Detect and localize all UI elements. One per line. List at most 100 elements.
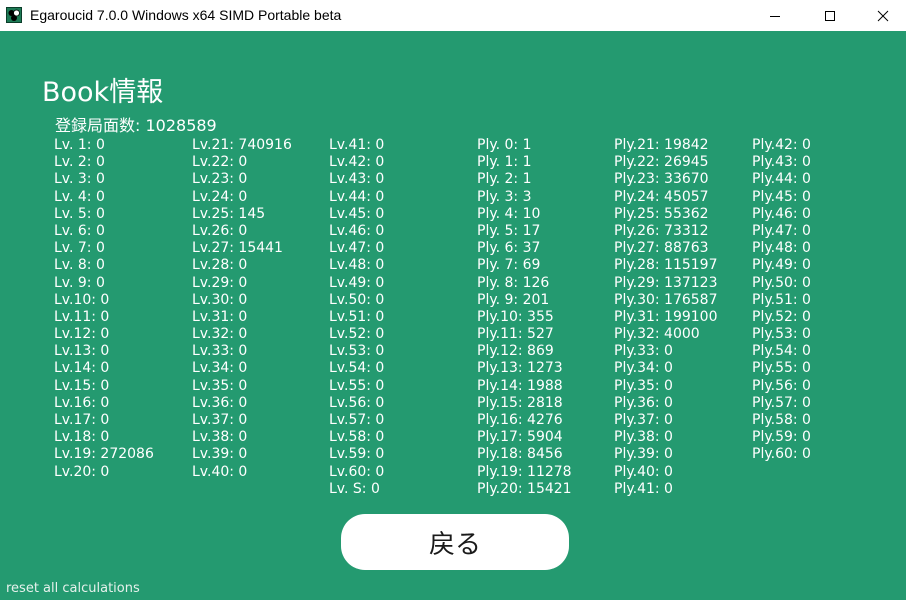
level-count: Lv.60: 0 bbox=[329, 463, 385, 480]
level-count: Lv.24: 0 bbox=[192, 188, 248, 205]
ply-count: Ply.39: 0 bbox=[614, 446, 673, 463]
ply-count: Ply.46: 0 bbox=[752, 205, 811, 222]
ply-count: Ply.19: 11278 bbox=[477, 463, 572, 480]
level-count: Lv.45: 0 bbox=[329, 205, 385, 222]
level-count: Lv.28: 0 bbox=[192, 257, 248, 274]
level-count: Lv.25: 145 bbox=[192, 205, 266, 222]
level-count: Lv.32: 0 bbox=[192, 326, 248, 343]
window-title: Egaroucid 7.0.0 Windows x64 SIMD Portabl… bbox=[30, 7, 342, 23]
maximize-icon bbox=[825, 10, 835, 21]
ply-count: Ply.58: 0 bbox=[752, 412, 811, 428]
maximize-button[interactable] bbox=[807, 0, 853, 31]
level-count: Lv. 2: 0 bbox=[54, 154, 105, 171]
level-count: Lv.42: 0 bbox=[329, 154, 385, 171]
level-count: Lv.23: 0 bbox=[192, 171, 248, 188]
level-count: Lv.29: 0 bbox=[192, 274, 248, 291]
ply-count: Ply. 9: 201 bbox=[477, 291, 550, 308]
ply-count: Ply.55: 0 bbox=[752, 360, 811, 377]
level-count: Lv.35: 0 bbox=[192, 377, 248, 394]
level-count: Lv.27: 15441 bbox=[192, 240, 283, 257]
registered-positions-count: 登録局面数: 1028589 bbox=[55, 116, 217, 135]
level-count: Lv. 5: 0 bbox=[54, 205, 105, 222]
level-count: Lv.13: 0 bbox=[54, 343, 110, 360]
level-column-1: Lv. 1: 0 Lv. 2: 0 Lv. 3: 0 Lv. 4: 0 Lv. … bbox=[54, 137, 154, 481]
back-button[interactable]: 戻る bbox=[341, 514, 569, 570]
ply-count: Ply.21: 19842 bbox=[614, 137, 709, 153]
ply-count: Ply.33: 0 bbox=[614, 343, 673, 360]
ply-count: Ply.13: 1273 bbox=[477, 360, 563, 377]
level-count: Lv.31: 0 bbox=[192, 308, 248, 325]
level-count: Lv.47: 0 bbox=[329, 240, 385, 257]
minimize-button[interactable] bbox=[752, 0, 798, 31]
level-column-2: Lv.21: 740916 Lv.22: 0 Lv.23: 0 Lv.24: 0… bbox=[192, 137, 292, 481]
ply-count: Ply.45: 0 bbox=[752, 188, 811, 205]
close-icon bbox=[877, 10, 889, 21]
ply-count: Ply. 6: 37 bbox=[477, 240, 541, 257]
ply-count: Ply.11: 527 bbox=[477, 326, 554, 343]
ply-count: Ply.48: 0 bbox=[752, 240, 811, 257]
level-count: Lv.56: 0 bbox=[329, 394, 385, 411]
level-count: Lv.58: 0 bbox=[329, 429, 385, 446]
ply-count: Ply.15: 2818 bbox=[477, 394, 563, 411]
level-count: Lv.59: 0 bbox=[329, 446, 385, 463]
ply-count: Ply.16: 4276 bbox=[477, 412, 563, 428]
ply-count: Ply.34: 0 bbox=[614, 360, 673, 377]
level-count: Lv. 3: 0 bbox=[54, 171, 105, 188]
ply-count: Ply.54: 0 bbox=[752, 343, 811, 360]
level-count: Lv.26: 0 bbox=[192, 222, 248, 239]
level-count: Lv.14: 0 bbox=[54, 360, 110, 377]
level-count: Lv. 7: 0 bbox=[54, 240, 105, 257]
ply-count: Ply.56: 0 bbox=[752, 377, 811, 394]
book-info-screen: Book情報 登録局面数: 1028589 Lv. 1: 0 Lv. 2: 0 … bbox=[0, 31, 906, 600]
ply-count: Ply.22: 26945 bbox=[614, 154, 709, 171]
level-count: Lv.12: 0 bbox=[54, 326, 110, 343]
level-count: Lv.30: 0 bbox=[192, 291, 248, 308]
ply-count: Ply.12: 869 bbox=[477, 343, 554, 360]
ply-column-1: Ply. 0: 1 Ply. 1: 1 Ply. 2: 1 Ply. 3: 3 … bbox=[477, 137, 572, 498]
level-count: Lv.40: 0 bbox=[192, 463, 248, 480]
level-count: Lv.54: 0 bbox=[329, 360, 385, 377]
level-count: Lv.20: 0 bbox=[54, 463, 110, 480]
level-count: Lv.55: 0 bbox=[329, 377, 385, 394]
level-count: Lv.44: 0 bbox=[329, 188, 385, 205]
ply-count: Ply.10: 355 bbox=[477, 308, 554, 325]
ply-count: Ply.26: 73312 bbox=[614, 222, 709, 239]
ply-count: Ply.17: 5904 bbox=[477, 429, 563, 446]
ply-column-3: Ply.42: 0 Ply.43: 0 Ply.44: 0 Ply.45: 0 … bbox=[752, 137, 811, 464]
ply-count: Ply.25: 55362 bbox=[614, 205, 709, 222]
level-column-3: Lv.41: 0 Lv.42: 0 Lv.43: 0 Lv.44: 0 Lv.4… bbox=[329, 137, 384, 498]
ply-count: Ply.14: 1988 bbox=[477, 377, 563, 394]
ply-count: Ply.20: 15421 bbox=[477, 480, 572, 497]
ply-count: Ply.53: 0 bbox=[752, 326, 811, 343]
ply-count: Ply.40: 0 bbox=[614, 463, 673, 480]
ply-count: Ply. 7: 69 bbox=[477, 257, 541, 274]
ply-count: Ply.51: 0 bbox=[752, 291, 811, 308]
ply-count: Ply.31: 199100 bbox=[614, 308, 718, 325]
ply-count: Ply.35: 0 bbox=[614, 377, 673, 394]
level-count: Lv.49: 0 bbox=[329, 274, 385, 291]
ply-count: Ply.37: 0 bbox=[614, 412, 673, 428]
ply-count: Ply.50: 0 bbox=[752, 274, 811, 291]
reset-all-calculations-link[interactable]: reset all calculations bbox=[6, 581, 140, 596]
level-count: Lv.50: 0 bbox=[329, 291, 385, 308]
ply-count: Ply.23: 33670 bbox=[614, 171, 709, 188]
app-icon bbox=[6, 7, 22, 23]
level-count: Lv.52: 0 bbox=[329, 326, 385, 343]
ply-count: Ply.27: 88763 bbox=[614, 240, 709, 257]
close-button[interactable] bbox=[860, 0, 906, 31]
ply-count: Ply.49: 0 bbox=[752, 257, 811, 274]
ply-count: Ply.59: 0 bbox=[752, 429, 811, 446]
ply-count: Ply.43: 0 bbox=[752, 154, 811, 171]
level-count: Lv. 9: 0 bbox=[54, 274, 105, 291]
ply-count: Ply. 1: 1 bbox=[477, 154, 532, 171]
level-count: Lv.18: 0 bbox=[54, 429, 110, 446]
level-count: Lv.19: 272086 bbox=[54, 446, 154, 463]
level-count: Lv.53: 0 bbox=[329, 343, 385, 360]
ply-count: Ply. 2: 1 bbox=[477, 171, 532, 188]
ply-count: Ply.29: 137123 bbox=[614, 274, 718, 291]
ply-count: Ply.24: 45057 bbox=[614, 188, 709, 205]
level-count: Lv.21: 740916 bbox=[192, 137, 292, 153]
level-count: Lv. 8: 0 bbox=[54, 257, 105, 274]
ply-count: Ply. 0: 1 bbox=[477, 137, 532, 153]
level-count: Lv.34: 0 bbox=[192, 360, 248, 377]
